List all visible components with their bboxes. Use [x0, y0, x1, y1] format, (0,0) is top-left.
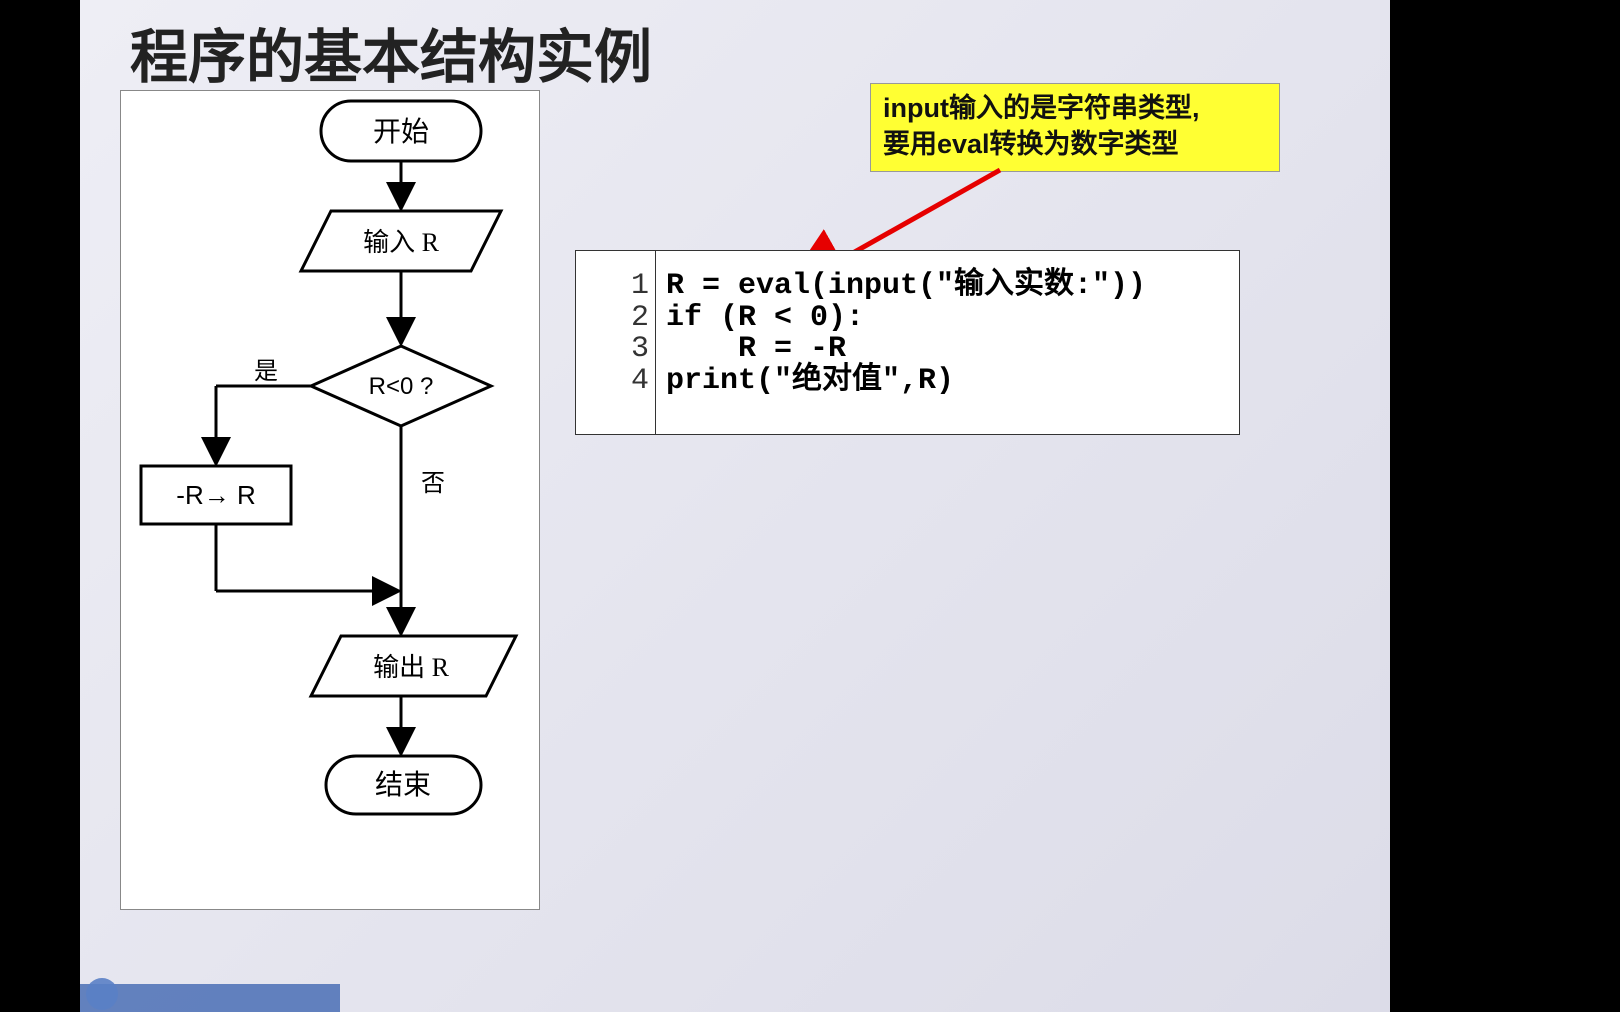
footer-strip — [80, 984, 340, 1012]
slide-title: 程序的基本结构实例 — [130, 10, 652, 94]
flow-decision-label: R<0 ? — [369, 373, 434, 400]
flow-input-label: 输入 R — [363, 228, 440, 257]
slide: 程序的基本结构实例 开始 输入 R R<0 ? 是 — [80, 0, 1390, 1012]
note-line1: input输入的是字符串类型, — [883, 93, 1199, 123]
line-number: 2 — [576, 303, 649, 335]
flow-yes-label: 是 — [254, 359, 278, 385]
flow-output-label: 输出 R — [373, 653, 450, 682]
line-number: 1 — [576, 271, 649, 303]
line-number-gutter: 1 2 3 4 — [576, 251, 656, 434]
code-line: print("绝对值",R) — [666, 364, 954, 398]
code-line: if (R < 0): — [666, 301, 864, 335]
flow-no-label: 否 — [421, 471, 445, 497]
footer-logo — [86, 978, 118, 1010]
flow-start-label: 开始 — [373, 116, 429, 148]
code-line: R = -R — [666, 332, 846, 366]
flowchart-svg: 开始 输入 R R<0 ? 是 -R→ R 否 输出 R — [121, 91, 541, 911]
line-number: 3 — [576, 334, 649, 366]
flowchart-panel: 开始 输入 R R<0 ? 是 -R→ R 否 输出 R — [120, 90, 540, 910]
callout-note: input输入的是字符串类型, 要用eval转换为数字类型 — [870, 83, 1280, 172]
code-box: 1 2 3 4 R = eval(input("输入实数:")) if (R <… — [575, 250, 1240, 435]
flow-end-label: 结束 — [375, 769, 431, 801]
note-line2: 要用eval转换为数字类型 — [883, 129, 1179, 159]
code-content: R = eval(input("输入实数:")) if (R < 0): R =… — [656, 251, 1239, 434]
code-line: R = eval(input("输入实数:")) — [666, 269, 1146, 303]
flow-process-label: -R→ R — [176, 480, 255, 510]
line-number: 4 — [576, 366, 649, 398]
